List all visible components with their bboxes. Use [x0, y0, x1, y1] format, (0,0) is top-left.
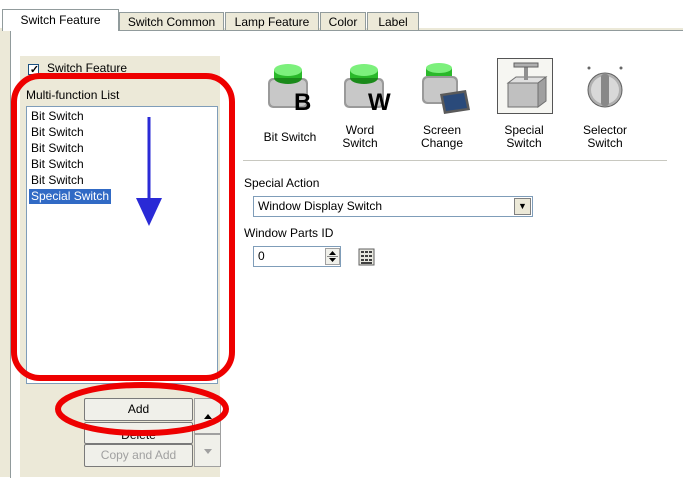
- word-switch-label: Word Switch: [342, 123, 378, 150]
- special-switch-label: Special Switch: [504, 123, 544, 150]
- svg-text:B: B: [294, 89, 311, 116]
- multi-function-list-title: Multi-function List: [26, 88, 120, 102]
- tab-color[interactable]: Color: [320, 12, 366, 30]
- list-item[interactable]: Bit Switch: [29, 109, 86, 124]
- word-switch-option[interactable]: W: [340, 60, 396, 116]
- copy-and-add-button[interactable]: Copy and Add: [84, 444, 193, 467]
- special-switch-option[interactable]: [497, 58, 553, 114]
- selector-switch-option[interactable]: [577, 60, 633, 116]
- arrow-up-icon: [204, 414, 212, 419]
- special-action-dropdown[interactable]: Window Display Switch ▼: [253, 196, 533, 217]
- tab-switch-feature[interactable]: Switch Feature: [2, 9, 119, 31]
- multi-function-list[interactable]: Bit Switch Bit Switch Bit Switch Bit Swi…: [26, 106, 218, 384]
- screen-change-option[interactable]: [418, 60, 474, 116]
- tab-switch-common[interactable]: Switch Common: [119, 12, 224, 30]
- window-parts-id-value: 0: [258, 249, 265, 263]
- switch-feature-label: Switch Feature: [47, 61, 128, 75]
- window-parts-id-input[interactable]: 0: [253, 246, 341, 267]
- list-item-selected[interactable]: Special Switch: [29, 189, 112, 204]
- special-action-label: Special Action: [244, 176, 320, 190]
- special-switch-icon: [506, 62, 548, 108]
- word-switch-icon: W: [344, 64, 391, 116]
- divider-highlight: [243, 161, 667, 162]
- chevron-down-icon[interactable]: ▼: [514, 198, 531, 215]
- screen-change-label: Screen Change: [420, 123, 464, 150]
- selector-switch-label: Selector Switch: [582, 123, 628, 150]
- checkmark-icon: ✓: [29, 64, 40, 76]
- bit-switch-label: Bit Switch: [263, 130, 317, 144]
- svg-text:W: W: [368, 89, 391, 116]
- selector-switch-icon: [587, 66, 623, 108]
- list-item[interactable]: Bit Switch: [29, 125, 86, 140]
- bit-switch-option[interactable]: B: [262, 60, 318, 116]
- list-item[interactable]: Bit Switch: [29, 157, 86, 172]
- bit-switch-icon: B: [268, 64, 311, 116]
- keypad-icon[interactable]: [358, 248, 375, 266]
- switch-feature-checkbox[interactable]: ✓: [28, 64, 39, 76]
- screen-change-icon: [422, 63, 470, 114]
- delete-button[interactable]: Delete: [84, 422, 193, 444]
- spinner-icon[interactable]: [325, 248, 340, 265]
- tab-label[interactable]: Label: [367, 12, 419, 30]
- list-item[interactable]: Bit Switch: [29, 173, 86, 188]
- window-parts-id-label: Window Parts ID: [244, 226, 334, 240]
- add-button[interactable]: Add: [84, 398, 193, 421]
- tab-lamp-feature[interactable]: Lamp Feature: [225, 12, 319, 30]
- special-action-value: Window Display Switch: [258, 199, 383, 213]
- list-item[interactable]: Bit Switch: [29, 141, 86, 156]
- arrow-down-icon: [204, 449, 212, 454]
- move-up-button[interactable]: [194, 398, 221, 434]
- move-down-button[interactable]: [194, 434, 221, 467]
